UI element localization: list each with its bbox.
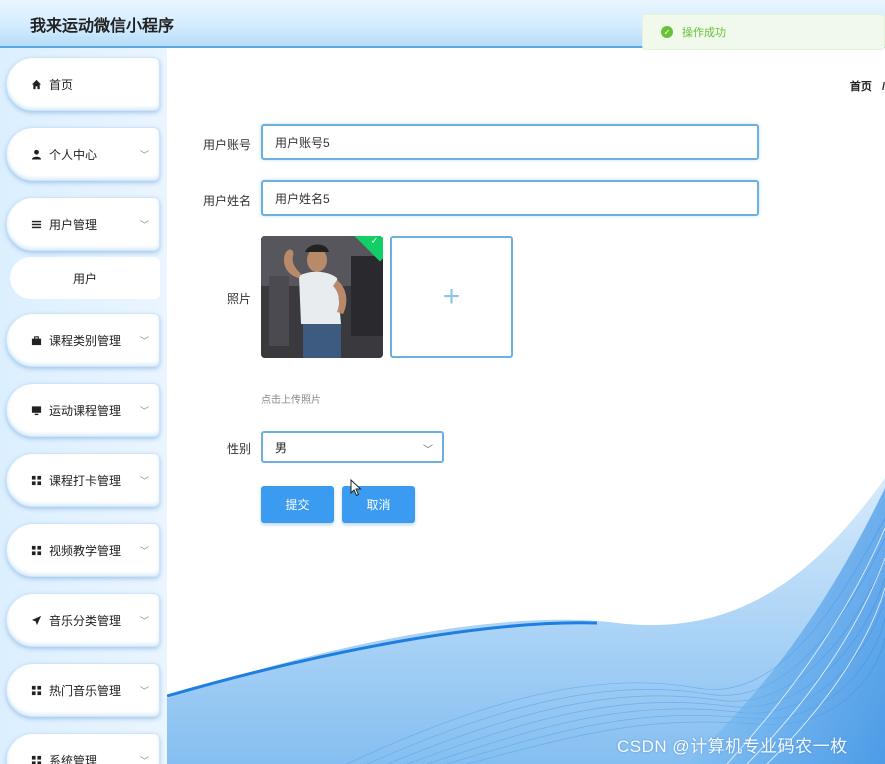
sidebar-item-label: 系统管理 bbox=[49, 753, 98, 764]
sidebar-item-label: 用户管理 bbox=[49, 217, 98, 232]
sidebar-item-system[interactable]: 系统管理 ﹀ bbox=[6, 733, 160, 764]
check-icon: ✓ bbox=[370, 236, 379, 246]
sidebar-item-sports-course[interactable]: 运动课程管理 ﹀ bbox=[6, 383, 160, 437]
sidebar-item-label: 音乐分类管理 bbox=[49, 613, 122, 628]
chevron-down-icon: ﹀ bbox=[139, 336, 149, 346]
photo-image bbox=[261, 236, 383, 358]
sidebar-item-hot-music[interactable]: 热门音乐管理 ﹀ bbox=[6, 663, 160, 717]
success-toast: ✓ 操作成功 bbox=[642, 14, 885, 50]
chevron-down-icon: ﹀ bbox=[139, 220, 149, 230]
gender-label: 性别 bbox=[226, 442, 251, 456]
uploaded-photo[interactable]: ✓ bbox=[261, 236, 383, 358]
gender-select-value: 男 bbox=[275, 440, 288, 455]
sidebar: 首页 个人中心 ﹀ 用户管理 ﹀ 用户 课程类别管理 ﹀ 运动课程管理 ﹀ 课程… bbox=[0, 48, 167, 764]
briefcase-icon bbox=[29, 335, 43, 346]
submit-button[interactable]: 提交 bbox=[261, 486, 334, 523]
sidebar-item-label: 课程打卡管理 bbox=[49, 473, 122, 488]
check-circle-icon: ✓ bbox=[661, 26, 673, 38]
account-label: 用户账号 bbox=[202, 138, 251, 152]
upload-photo-button[interactable]: + bbox=[390, 236, 513, 358]
monitor-icon bbox=[29, 405, 43, 416]
sidebar-item-label: 课程类别管理 bbox=[49, 333, 122, 348]
photo-label: 照片 bbox=[226, 292, 251, 306]
sidebar-item-label: 热门音乐管理 bbox=[49, 683, 122, 698]
toast-message: 操作成功 bbox=[682, 27, 726, 39]
plus-icon: + bbox=[442, 280, 461, 313]
chevron-down-icon: ﹀ bbox=[139, 476, 149, 486]
grid-icon bbox=[29, 475, 43, 486]
sidebar-item-label: 个人中心 bbox=[49, 147, 98, 162]
sidebar-item-course-category[interactable]: 课程类别管理 ﹀ bbox=[6, 313, 160, 367]
app-title: 我来运动微信小程序 bbox=[30, 18, 175, 35]
grid-icon bbox=[29, 685, 43, 696]
chevron-down-icon: ﹀ bbox=[139, 756, 149, 764]
main-content: 首页 / 用户账号 用户姓名 照片 ✓ + 点击上传照片 性别 男 ﹀ 提交 bbox=[167, 48, 885, 764]
sidebar-item-label: 运动课程管理 bbox=[49, 403, 122, 418]
sidebar-item-personal-center[interactable]: 个人中心 ﹀ bbox=[6, 127, 160, 181]
sidebar-subitem-user[interactable]: 用户 bbox=[10, 257, 160, 299]
gender-select[interactable]: 男 ﹀ bbox=[261, 431, 444, 463]
watermark: CSDN @计算机专业码农一枚 bbox=[617, 737, 848, 756]
breadcrumb: 首页 / bbox=[850, 78, 885, 94]
send-icon bbox=[29, 615, 43, 626]
chevron-down-icon: ﹀ bbox=[423, 445, 433, 456]
breadcrumb-home[interactable]: 首页 bbox=[850, 81, 872, 93]
sidebar-item-course-checkin[interactable]: 课程打卡管理 ﹀ bbox=[6, 453, 160, 507]
chevron-down-icon: ﹀ bbox=[139, 546, 149, 556]
sidebar-item-label: 视频教学管理 bbox=[49, 543, 122, 558]
list-icon bbox=[29, 219, 43, 230]
sidebar-item-home[interactable]: 首页 bbox=[6, 57, 160, 111]
home-icon bbox=[29, 79, 43, 90]
sidebar-item-video-teaching[interactable]: 视频教学管理 ﹀ bbox=[6, 523, 160, 577]
name-label: 用户姓名 bbox=[202, 194, 251, 208]
chevron-down-icon: ﹀ bbox=[139, 686, 149, 696]
chevron-down-icon: ﹀ bbox=[139, 616, 149, 626]
sidebar-item-label: 首页 bbox=[49, 77, 74, 92]
upload-tip: 点击上传照片 bbox=[261, 395, 321, 406]
chevron-down-icon: ﹀ bbox=[139, 406, 149, 416]
user-icon bbox=[29, 149, 43, 160]
grid-icon bbox=[29, 545, 43, 556]
account-input[interactable] bbox=[261, 124, 759, 160]
name-input[interactable] bbox=[261, 180, 759, 216]
sidebar-item-label: 用户 bbox=[72, 271, 97, 286]
grid-icon bbox=[29, 755, 43, 764]
sidebar-item-music-category[interactable]: 音乐分类管理 ﹀ bbox=[6, 593, 160, 647]
chevron-down-icon: ﹀ bbox=[139, 150, 149, 160]
mouse-cursor-icon bbox=[350, 479, 362, 497]
sidebar-item-user-management[interactable]: 用户管理 ﹀ bbox=[6, 197, 160, 251]
